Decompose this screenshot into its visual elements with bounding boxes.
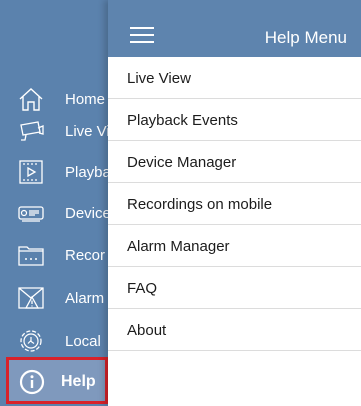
- sidebar-item-label: Live Vi: [65, 123, 110, 140]
- menu-item-live-view[interactable]: Live View: [108, 57, 361, 99]
- sidebar: Home Live Vi Playba Device Recor Alarm L…: [0, 0, 120, 406]
- sidebar-item-help[interactable]: Help: [6, 357, 108, 404]
- sidebar-item-live-view[interactable]: Live Vi: [0, 110, 120, 152]
- menu-item-label: Device Manager: [127, 154, 237, 171]
- menu-item-label: FAQ: [127, 280, 158, 297]
- menu-item-recordings-on-mobile[interactable]: Recordings on mobile: [108, 183, 361, 225]
- menu-item-alarm-manager[interactable]: Alarm Manager: [108, 225, 361, 267]
- hamburger-icon[interactable]: [130, 27, 154, 43]
- sidebar-item-label: Device: [65, 205, 111, 222]
- menu-item-about[interactable]: About: [108, 309, 361, 351]
- gear-icon: [20, 330, 42, 352]
- sidebar-item-device[interactable]: Device: [0, 192, 120, 234]
- menu-item-label: About: [127, 322, 167, 339]
- sidebar-item-playback[interactable]: Playba: [0, 151, 120, 193]
- menu-item-label: Alarm Manager: [127, 238, 230, 255]
- menu-item-label: Recordings on mobile: [127, 196, 273, 213]
- sidebar-item-label: Playba: [65, 164, 111, 181]
- sidebar-item-label: Help: [61, 373, 96, 390]
- home-icon: [19, 88, 43, 111]
- menu-item-playback-events[interactable]: Playback Events: [108, 99, 361, 141]
- sidebar-item-recordings[interactable]: Recor: [0, 234, 120, 276]
- menu-item-faq[interactable]: FAQ: [108, 267, 361, 309]
- camera-icon: [20, 121, 44, 141]
- sidebar-item-label: Recor: [65, 247, 106, 264]
- playback-film-icon: [19, 160, 43, 184]
- sidebar-item-local-settings[interactable]: Local: [0, 320, 120, 362]
- menu-item-label: Playback Events: [127, 112, 238, 129]
- sidebar-item-label: Alarm: [65, 290, 105, 307]
- info-icon: [19, 369, 45, 395]
- folder-icon: [18, 246, 44, 266]
- help-menu-list: Live View Playback Events Device Manager…: [108, 57, 361, 351]
- page-title: Help Menu: [264, 28, 347, 47]
- alarm-warning-icon: [18, 287, 44, 309]
- drawer-header: Help Menu: [108, 0, 361, 57]
- sidebar-item-alarm[interactable]: Alarm: [0, 277, 120, 319]
- menu-item-device-manager[interactable]: Device Manager: [108, 141, 361, 183]
- menu-item-label: Live View: [127, 70, 191, 87]
- help-menu-drawer: Help Menu Live View Playback Events Devi…: [108, 0, 361, 406]
- sidebar-item-label: Local: [65, 333, 101, 350]
- device-dvr-icon: [18, 206, 44, 222]
- sidebar-item-label: Home: [65, 91, 106, 108]
